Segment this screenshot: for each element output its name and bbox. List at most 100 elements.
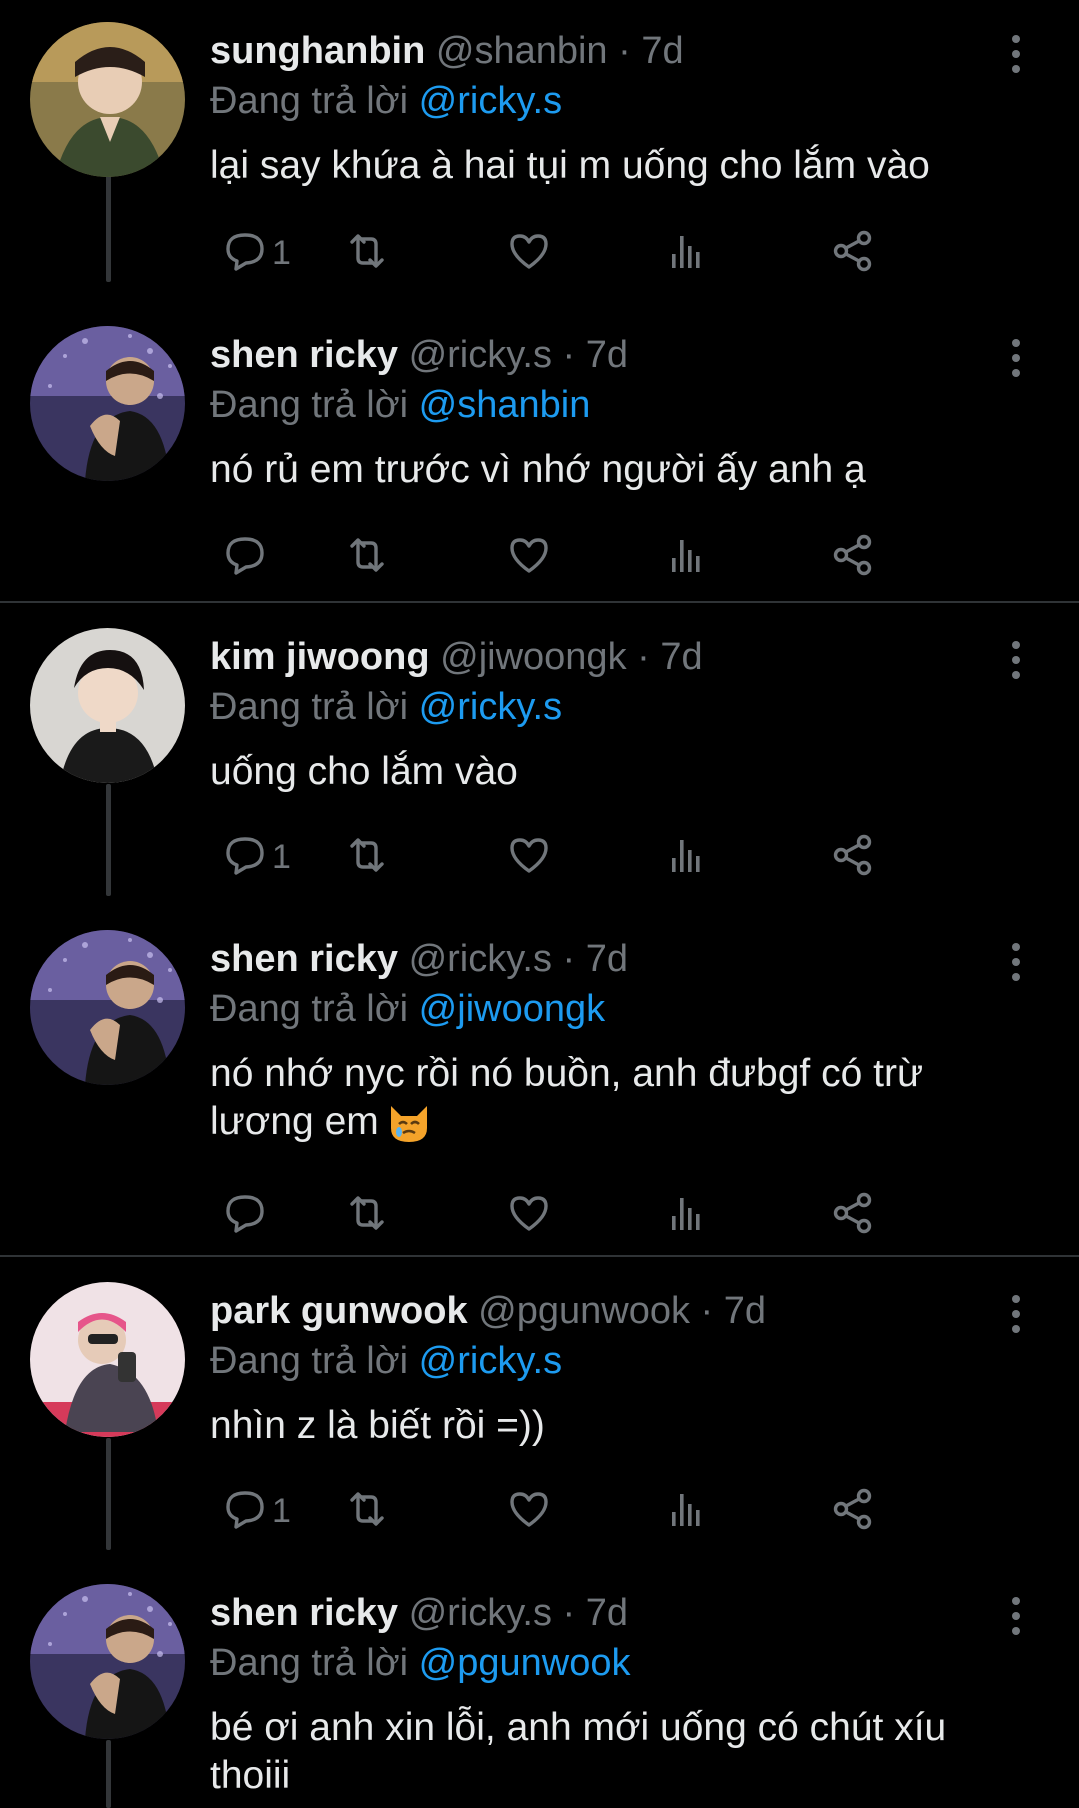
reply-button[interactable]: 1 xyxy=(222,832,291,882)
like-button[interactable] xyxy=(506,532,552,582)
display-name[interactable]: park gunwook xyxy=(210,1290,468,1332)
more-vertical-icon[interactable] xyxy=(1000,1594,1032,1638)
display-name[interactable]: kim jiwoong xyxy=(210,636,430,678)
mention-link[interactable]: @pgunwook xyxy=(419,1642,631,1684)
reply-icon xyxy=(222,532,268,583)
tweet-text: nó nhớ nyc rồi nó buồn, anh đưbgf có trừ… xyxy=(210,1050,1010,1146)
views-icon xyxy=(665,532,711,583)
views-icon xyxy=(665,1190,711,1241)
more-vertical-icon[interactable] xyxy=(1000,32,1032,76)
share-button[interactable] xyxy=(830,228,876,278)
reply-button[interactable]: 1 xyxy=(222,228,291,278)
tweet[interactable]: kim jiwoong @jiwoongk · 7d Đang trả lời … xyxy=(0,606,1079,896)
tweet-header: shen ricky @ricky.s · 7d xyxy=(210,936,628,982)
user-handle[interactable]: @ricky.s xyxy=(409,1592,552,1634)
retweet-icon xyxy=(344,1190,390,1241)
action-bar: 1 xyxy=(210,832,1010,882)
reply-button[interactable] xyxy=(222,532,272,582)
display-name[interactable]: shen ricky xyxy=(210,334,398,376)
replying-to: Đang trả lời @ricky.s xyxy=(210,1338,562,1384)
like-button[interactable] xyxy=(506,832,552,882)
replying-to-label: Đang trả lời xyxy=(210,1642,409,1684)
action-bar xyxy=(210,532,1010,582)
timestamp[interactable]: 7d xyxy=(586,334,628,376)
separator-dot: · xyxy=(700,1290,714,1332)
views-button[interactable] xyxy=(665,1486,711,1536)
timestamp[interactable]: 7d xyxy=(660,636,702,678)
user-handle[interactable]: @jiwoongk xyxy=(440,636,626,678)
retweet-button[interactable] xyxy=(344,832,390,882)
display-name[interactable]: shen ricky xyxy=(210,1592,398,1634)
tweet[interactable]: shen ricky @ricky.s · 7d Đang trả lời @j… xyxy=(0,908,1079,1252)
heart-icon xyxy=(506,832,552,883)
separator-dot: · xyxy=(618,30,631,72)
timestamp[interactable]: 7d xyxy=(641,30,683,72)
reply-button[interactable]: 1 xyxy=(222,1486,291,1536)
avatar[interactable] xyxy=(30,930,185,1085)
replying-to: Đang trả lời @shanbin xyxy=(210,382,590,428)
mention-link[interactable]: @shanbin xyxy=(419,384,591,426)
more-vertical-icon[interactable] xyxy=(1000,336,1032,380)
replying-to: Đang trả lời @ricky.s xyxy=(210,78,562,124)
reply-icon xyxy=(222,1486,268,1537)
views-icon xyxy=(665,228,711,279)
mention-link[interactable]: @ricky.s xyxy=(419,80,562,122)
timestamp[interactable]: 7d xyxy=(586,938,628,980)
divider xyxy=(0,601,1079,603)
replying-to-label: Đang trả lời xyxy=(210,686,409,728)
more-vertical-icon[interactable] xyxy=(1000,638,1032,682)
tweet[interactable]: shen ricky @ricky.s · 7d Đang trả lời @p… xyxy=(0,1562,1079,1808)
avatar[interactable] xyxy=(30,22,185,177)
tweet-text: bé ơi anh xin lỗi, anh mới uống có chút … xyxy=(210,1706,947,1797)
share-button[interactable] xyxy=(830,1486,876,1536)
more-vertical-icon[interactable] xyxy=(1000,1292,1032,1336)
mention-link[interactable]: @ricky.s xyxy=(419,686,562,728)
tweet[interactable]: sunghanbin @shanbin · 7d Đang trả lời @r… xyxy=(0,0,1079,290)
tweet[interactable]: shen ricky @ricky.s · 7d Đang trả lời @s… xyxy=(0,304,1079,600)
timestamp[interactable]: 7d xyxy=(724,1290,766,1332)
more-vertical-icon[interactable] xyxy=(1000,940,1032,984)
views-button[interactable] xyxy=(665,532,711,582)
avatar[interactable] xyxy=(30,628,185,783)
action-bar: 1 xyxy=(210,1486,1010,1536)
heart-icon xyxy=(506,228,552,279)
views-icon xyxy=(665,1486,711,1537)
user-handle[interactable]: @ricky.s xyxy=(409,334,552,376)
like-button[interactable] xyxy=(506,1486,552,1536)
avatar[interactable] xyxy=(30,1584,185,1739)
like-button[interactable] xyxy=(506,1190,552,1240)
share-icon xyxy=(830,532,876,583)
reply-button[interactable] xyxy=(222,1190,272,1240)
retweet-button[interactable] xyxy=(344,228,390,278)
separator-dot: · xyxy=(562,334,576,376)
reply-icon xyxy=(222,1190,268,1241)
retweet-button[interactable] xyxy=(344,532,390,582)
views-button[interactable] xyxy=(665,228,711,278)
user-handle[interactable]: @shanbin xyxy=(436,30,608,72)
mention-link[interactable]: @ricky.s xyxy=(419,1340,562,1382)
display-name[interactable]: shen ricky xyxy=(210,938,398,980)
user-handle[interactable]: @ricky.s xyxy=(409,938,552,980)
mention-link[interactable]: @jiwoongk xyxy=(419,988,605,1030)
retweet-button[interactable] xyxy=(344,1190,390,1240)
replying-to: Đang trả lời @jiwoongk xyxy=(210,986,605,1032)
tweet[interactable]: park gunwook @pgunwook · 7d Đang trả lời… xyxy=(0,1260,1079,1550)
user-handle[interactable]: @pgunwook xyxy=(478,1290,690,1332)
thread-connector xyxy=(106,784,111,896)
tweet-text: nó rủ em trước vì nhớ người ấy anh ạ xyxy=(210,448,866,491)
retweet-button[interactable] xyxy=(344,1486,390,1536)
timestamp[interactable]: 7d xyxy=(586,1592,628,1634)
avatar[interactable] xyxy=(30,326,185,481)
thread-connector xyxy=(106,1438,111,1550)
display-name[interactable]: sunghanbin xyxy=(210,30,425,72)
reply-count: 1 xyxy=(272,233,291,272)
share-button[interactable] xyxy=(830,832,876,882)
views-button[interactable] xyxy=(665,1190,711,1240)
reply-count: 1 xyxy=(272,837,291,876)
divider xyxy=(0,1255,1079,1257)
share-button[interactable] xyxy=(830,1190,876,1240)
views-button[interactable] xyxy=(665,832,711,882)
avatar[interactable] xyxy=(30,1282,185,1437)
share-button[interactable] xyxy=(830,532,876,582)
like-button[interactable] xyxy=(506,228,552,278)
